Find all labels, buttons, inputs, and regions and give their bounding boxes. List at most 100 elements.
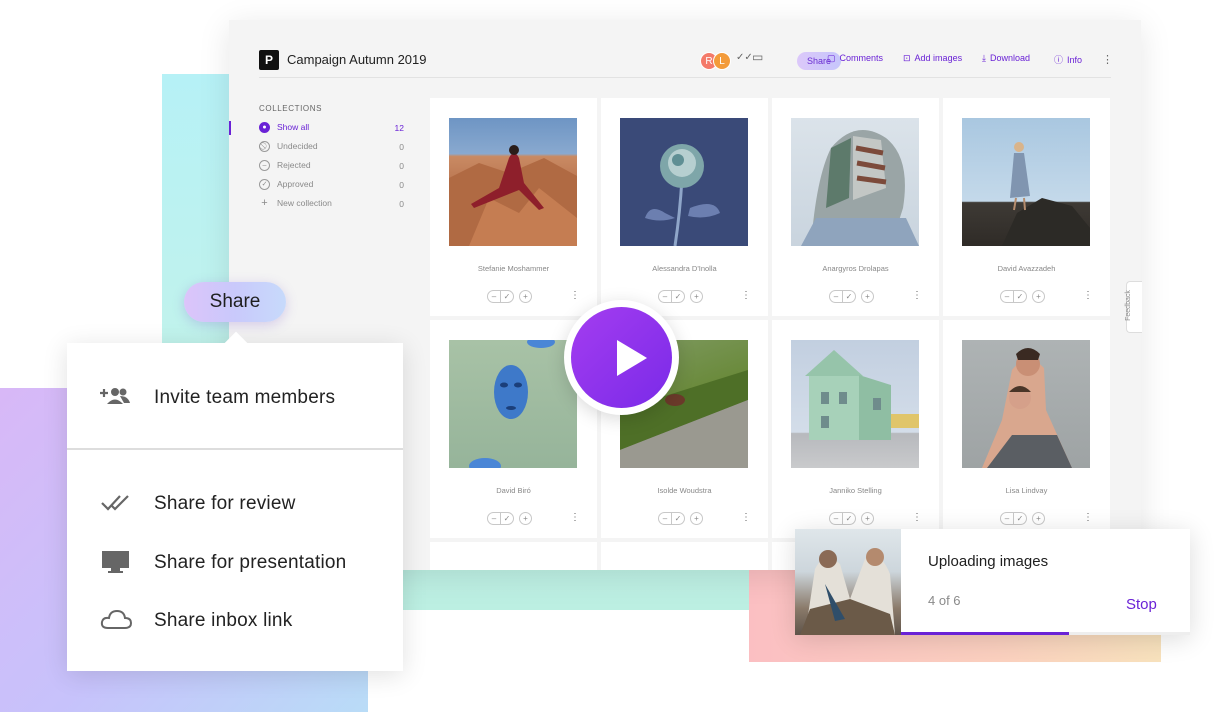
cloud-icon bbox=[100, 608, 134, 632]
more-options-icon[interactable]: ⋮ bbox=[1102, 53, 1113, 66]
reject-button[interactable]: – bbox=[1000, 512, 1014, 525]
photo-card[interactable]: David Avazzadeh – ✓ + ⋮ bbox=[943, 98, 1110, 316]
monitor-icon[interactable]: ▭ bbox=[752, 50, 763, 64]
menu-item-share-for-presentation[interactable]: Share for presentation bbox=[67, 542, 403, 582]
sidebar-item-show-all[interactable]: ● Show all 12 bbox=[229, 121, 404, 140]
reject-button[interactable]: – bbox=[829, 512, 843, 525]
photo-caption: Alessandra D'Inolla bbox=[652, 264, 717, 273]
approve-button[interactable]: ✓ bbox=[500, 512, 514, 525]
sidebar-item-new-collection[interactable]: + New collection 0 bbox=[259, 197, 404, 216]
comments-button[interactable]: ▢ Comments bbox=[827, 53, 883, 64]
photo-caption: Janniko Stelling bbox=[829, 486, 882, 495]
add-button[interactable]: + bbox=[690, 512, 703, 525]
add-image-icon: ⊡ bbox=[903, 53, 911, 63]
photo-card[interactable]: Anargyros Drolapas – ✓ + ⋮ bbox=[772, 98, 939, 316]
info-icon: ⓘ bbox=[1054, 55, 1064, 65]
upload-toast: Uploading images 4 of 6 Stop bbox=[795, 529, 1190, 635]
add-button[interactable]: + bbox=[519, 512, 532, 525]
sidebar-item-count: 0 bbox=[399, 180, 404, 190]
menu-item-share-inbox-link[interactable]: Share inbox link bbox=[67, 600, 403, 640]
sidebar-item-label: Show all bbox=[277, 122, 310, 132]
photo-card[interactable] bbox=[430, 542, 597, 570]
photo-thumbnail[interactable] bbox=[449, 340, 577, 468]
approve-button[interactable]: ✓ bbox=[1013, 290, 1027, 303]
logo: P bbox=[259, 50, 279, 70]
top-bar: P Campaign Autumn 2019 R L ✓✓ ▭ Share ▢ C… bbox=[259, 48, 1113, 78]
upload-thumbnail bbox=[795, 529, 901, 635]
approve-button[interactable]: ✓ bbox=[671, 290, 685, 303]
photo-card[interactable]: Stefanie Moshammer – ✓ + ⋮ bbox=[430, 98, 597, 316]
share-button-large[interactable]: Share bbox=[184, 282, 286, 322]
photo-card[interactable]: Janniko Stelling – ✓ + ⋮ bbox=[772, 320, 939, 538]
reject-button[interactable]: – bbox=[487, 290, 501, 303]
card-menu-icon[interactable]: ⋮ bbox=[570, 290, 580, 301]
add-button[interactable]: + bbox=[1032, 512, 1045, 525]
photo-caption: Isolde Woudstra bbox=[657, 486, 712, 495]
sidebar-item-approved[interactable]: ✓ Approved 0 bbox=[259, 178, 404, 197]
card-menu-icon[interactable]: ⋮ bbox=[912, 512, 922, 523]
approve-button[interactable]: ✓ bbox=[842, 290, 856, 303]
add-button[interactable]: + bbox=[519, 290, 532, 303]
minus-circle-icon: – bbox=[259, 160, 270, 171]
card-menu-icon[interactable]: ⋮ bbox=[741, 290, 751, 301]
sidebar-item-count: 0 bbox=[399, 199, 404, 209]
download-icon: ⤓ bbox=[982, 53, 986, 63]
photo-thumbnail[interactable] bbox=[962, 340, 1090, 468]
download-button[interactable]: ⤓ Download bbox=[982, 53, 1030, 64]
upload-progress-bar bbox=[901, 632, 1190, 635]
info-button[interactable]: ⓘ Info bbox=[1054, 53, 1082, 66]
add-button[interactable]: + bbox=[861, 290, 874, 303]
photo-card[interactable] bbox=[601, 542, 768, 570]
menu-divider bbox=[67, 448, 403, 450]
reject-button[interactable]: – bbox=[1000, 290, 1014, 303]
add-people-icon bbox=[100, 385, 134, 409]
approve-button[interactable]: ✓ bbox=[500, 290, 514, 303]
play-circle bbox=[571, 307, 672, 408]
reject-button[interactable]: – bbox=[658, 290, 672, 303]
card-menu-icon[interactable]: ⋮ bbox=[1083, 290, 1093, 301]
card-menu-icon[interactable]: ⋮ bbox=[1083, 512, 1093, 523]
check-circle-icon: ✓ bbox=[259, 179, 270, 190]
photo-thumbnail[interactable] bbox=[962, 118, 1090, 246]
add-button[interactable]: + bbox=[690, 290, 703, 303]
card-menu-icon[interactable]: ⋮ bbox=[741, 512, 751, 523]
approve-button[interactable]: ✓ bbox=[671, 512, 685, 525]
double-check-icon[interactable]: ✓✓ bbox=[736, 52, 753, 63]
page-title: Campaign Autumn 2019 bbox=[287, 52, 427, 67]
menu-item-share-for-review[interactable]: Share for review bbox=[67, 483, 403, 523]
add-button[interactable]: + bbox=[1032, 290, 1045, 303]
upload-progress-fill bbox=[901, 632, 1069, 635]
menu-item-label: Share for review bbox=[154, 493, 296, 514]
avatar[interactable]: L bbox=[713, 52, 731, 70]
menu-item-invite-team-members[interactable]: Invite team members bbox=[67, 377, 403, 417]
feedback-tab[interactable]: Feedback bbox=[1124, 281, 1142, 333]
add-images-button[interactable]: ⊡ Add images bbox=[903, 53, 962, 64]
card-menu-icon[interactable]: ⋮ bbox=[570, 512, 580, 523]
active-indicator bbox=[229, 121, 231, 135]
photo-thumbnail[interactable] bbox=[791, 340, 919, 468]
play-button[interactable] bbox=[564, 300, 679, 415]
photo-thumbnail[interactable] bbox=[620, 118, 748, 246]
add-button[interactable]: + bbox=[861, 512, 874, 525]
photo-caption: David Avazzadeh bbox=[997, 264, 1056, 273]
reject-button[interactable]: – bbox=[487, 512, 501, 525]
feedback-label: Feedback bbox=[1124, 290, 1132, 321]
photo-caption: Anargyros Drolapas bbox=[822, 264, 889, 273]
reject-button[interactable]: – bbox=[658, 512, 672, 525]
approve-button[interactable]: ✓ bbox=[1013, 512, 1027, 525]
photo-caption: Stefanie Moshammer bbox=[477, 264, 550, 273]
sidebar-item-undecided[interactable]: ⃠ Undecided 0 bbox=[259, 140, 404, 159]
photo-thumbnail[interactable] bbox=[449, 118, 577, 246]
card-menu-icon[interactable]: ⋮ bbox=[912, 290, 922, 301]
menu-item-label: Share inbox link bbox=[154, 610, 293, 631]
photo-thumbnail[interactable] bbox=[791, 118, 919, 246]
sidebar-item-rejected[interactable]: – Rejected 0 bbox=[259, 159, 404, 178]
stop-button[interactable]: Stop bbox=[1126, 596, 1157, 613]
photo-card[interactable]: Alessandra D'Inolla – ✓ + ⋮ bbox=[601, 98, 768, 316]
reject-button[interactable]: – bbox=[829, 290, 843, 303]
approve-button[interactable]: ✓ bbox=[842, 512, 856, 525]
sidebar-item-label: Undecided bbox=[277, 141, 318, 151]
monitor-icon bbox=[100, 550, 134, 574]
photo-card[interactable]: Lisa Lindvay – ✓ + ⋮ bbox=[943, 320, 1110, 538]
blocked-icon: ⃠ bbox=[259, 141, 270, 152]
